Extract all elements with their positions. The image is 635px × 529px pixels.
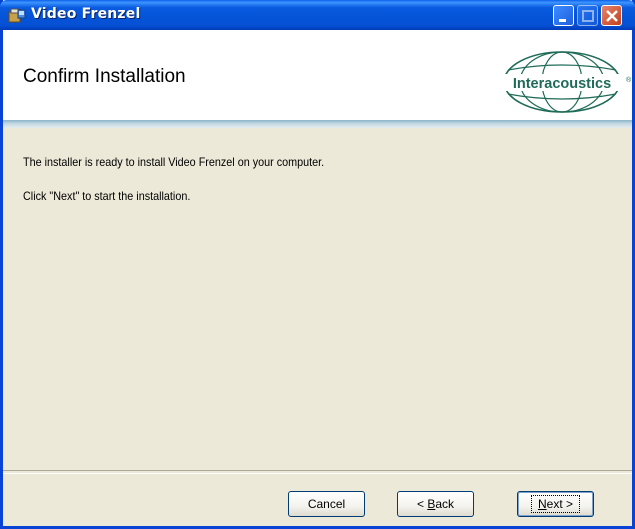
page-title: Confirm Installation [23,66,186,87]
close-icon [606,10,618,22]
back-button[interactable]: < Back [397,491,474,517]
instruction-message: Click "Next" to start the installation. [23,189,191,203]
window-title: Video Frenzel [31,6,141,22]
close-button[interactable] [601,5,622,26]
back-prefix: < [416,497,428,511]
next-button[interactable]: Next > [517,491,594,517]
next-button-label: Next > [530,495,581,513]
maximize-icon [582,10,594,22]
next-accelerator: N [537,497,547,511]
logo-registered: ® [626,76,632,84]
interacoustics-logo: Interacoustics ® [502,51,632,113]
back-button-label: < Back [417,497,454,511]
footer-divider [3,470,632,474]
maximize-button[interactable] [577,5,598,26]
next-rest: ext > [546,497,574,511]
cancel-button-label: Cancel [307,497,346,511]
ready-message: The installer is ready to install Video … [23,155,325,169]
banner-separator [3,120,632,128]
minimize-icon [559,19,566,22]
back-rest: ack [435,497,455,511]
logo-text: Interacoustics [513,76,611,92]
minimize-button[interactable] [553,5,574,26]
cancel-button[interactable]: Cancel [288,491,365,517]
installer-package-icon [8,8,26,23]
installer-window: Video Frenzel Confirm Installation Inter… [0,0,635,529]
title-bar[interactable]: Video Frenzel [0,0,635,30]
header-banner: Confirm Installation Interacoustics ® [3,30,632,120]
